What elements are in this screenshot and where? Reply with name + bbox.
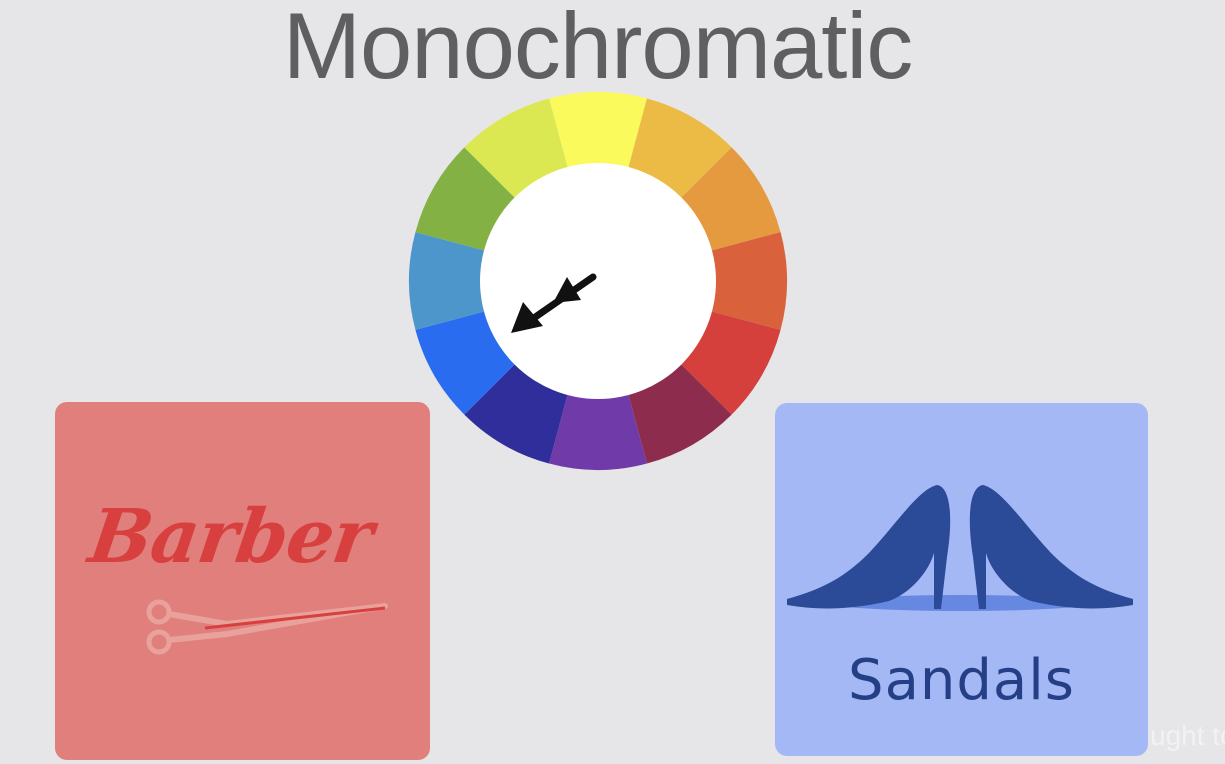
color-wheel (409, 92, 787, 470)
sandals-logo-card: Sandals (775, 403, 1148, 756)
subtitle-caption-fragment: ught to (1150, 720, 1225, 751)
scissors-icon (146, 599, 388, 655)
sandals-logo-text: Sandals (848, 648, 1075, 713)
barber-logo-card: Barber (55, 402, 430, 760)
slide-title: Monochromatic (282, 0, 914, 98)
color-wheel-center (480, 163, 716, 399)
